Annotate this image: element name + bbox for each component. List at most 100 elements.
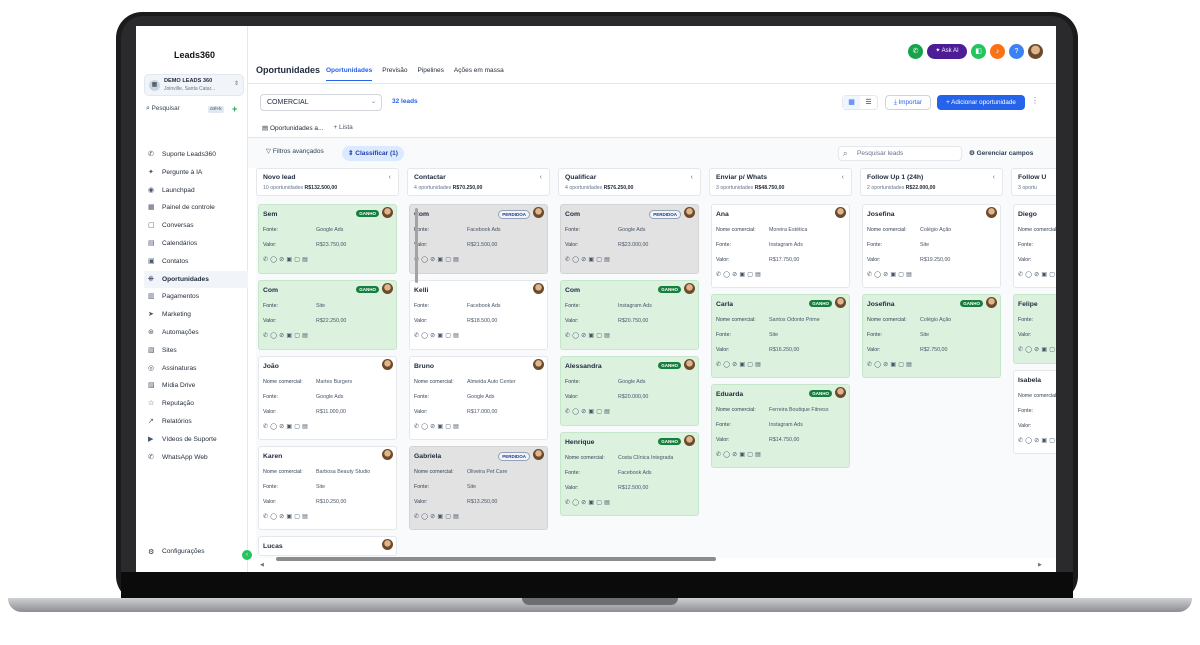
opportunity-card[interactable]: Josefina GANHO Nome comercial: Colégio Ação… bbox=[862, 294, 1001, 378]
megaphone-icon[interactable]: ◧ bbox=[971, 43, 986, 59]
user-avatar[interactable] bbox=[1028, 43, 1043, 59]
opportunity-card[interactable]: Kelli Fonte: Facebook Ads Valor: R$18.500,00… bbox=[409, 280, 548, 350]
card-actions[interactable]: ✆◯⊘▣▢▤ bbox=[263, 256, 310, 263]
sidebar-search[interactable]: ⌕ Pesquisar ctrl+k + bbox=[146, 104, 242, 117]
sidebar-item-pagamentos[interactable]: ▥ Pagamentos bbox=[144, 288, 248, 306]
avatar[interactable] bbox=[986, 207, 997, 218]
add-list-view-tab[interactable]: + Lista bbox=[333, 124, 352, 138]
card-actions[interactable]: ✆◯⊘▣▢▤ bbox=[716, 451, 763, 458]
card-actions[interactable]: ✆◯⊘▣▢▤ bbox=[414, 332, 461, 339]
sidebar-item-conversas[interactable]: ▢ Conversas bbox=[144, 217, 248, 235]
tab-oportunidades[interactable]: Oportunidades bbox=[326, 67, 373, 81]
sidebar-item-vídeos-de-suporte[interactable]: ▶ Vídeos de Suporte bbox=[144, 431, 248, 449]
avatar[interactable] bbox=[533, 359, 544, 370]
list-view-icon[interactable]: ☰ bbox=[860, 96, 877, 109]
tab-pipelines[interactable]: Pipelines bbox=[418, 67, 444, 81]
opportunity-card[interactable]: Diego Nome comercial: Fonte: Valor: ✆◯⊘▣▢▤ bbox=[1013, 204, 1056, 288]
card-actions[interactable]: ✆◯⊘▣▢▤ bbox=[414, 256, 461, 263]
sidebar-item-reputação[interactable]: ☆ Reputação bbox=[144, 395, 248, 413]
column-scrollbar[interactable] bbox=[415, 208, 418, 283]
collapse-sidebar-button[interactable]: ‹ bbox=[242, 550, 252, 560]
avatar[interactable] bbox=[835, 297, 846, 308]
workspace-switcher[interactable]: ▦ DEMO LEADS 360 Joinville, Santa Catar.… bbox=[144, 74, 244, 96]
opportunity-card[interactable]: João Nome comercial: Martes Burgers Fonte: G… bbox=[258, 356, 397, 440]
opportunity-card[interactable]: Ana Nome comercial: Moreira Estética Fonte:… bbox=[711, 204, 850, 288]
avatar[interactable] bbox=[684, 207, 695, 218]
sidebar-item-painel-de-controle[interactable]: ▦ Painel de controle bbox=[144, 199, 248, 217]
tab-previsao[interactable]: Previsão bbox=[382, 67, 407, 81]
more-options-icon[interactable]: ⋮ bbox=[1031, 96, 1039, 105]
sidebar-item-whatsapp-web[interactable]: ✆ WhatsApp Web bbox=[144, 449, 248, 467]
sidebar-item-suporte-leads360[interactable]: ✆ Suporte Leads360 bbox=[144, 146, 248, 164]
avatar[interactable] bbox=[382, 539, 393, 550]
settings-link[interactable]: ⚙ Configurações bbox=[148, 548, 205, 556]
collapse-column-icon[interactable]: ‹ bbox=[993, 174, 995, 181]
opportunity-card[interactable]: Alessandra GANHO Fonte: Google Ads Valor: R$2… bbox=[560, 356, 699, 426]
avatar[interactable] bbox=[382, 359, 393, 370]
collapse-column-icon[interactable]: ‹ bbox=[842, 174, 844, 181]
sidebar-item-calendários[interactable]: ▤ Calendários bbox=[144, 235, 248, 253]
phone-icon[interactable]: ✆ bbox=[908, 43, 923, 59]
lead-search-input[interactable]: ⌕ Pesquisar leads bbox=[838, 146, 962, 161]
avatar[interactable] bbox=[986, 297, 997, 308]
avatar[interactable] bbox=[533, 283, 544, 294]
bell-icon[interactable]: ♪ bbox=[990, 43, 1005, 59]
avatar[interactable] bbox=[382, 283, 393, 294]
card-actions[interactable]: ✆◯⊘▣▢▤ bbox=[1018, 271, 1056, 278]
card-actions[interactable]: ✆◯⊘▣▢▤ bbox=[716, 271, 763, 278]
opportunity-card[interactable]: Com GANHO Fonte: Site Valor: R$22.250,00 ✆◯⊘▣▢… bbox=[258, 280, 397, 350]
opportunity-card[interactable]: Josefina Nome comercial: Colégio Ação Fonte… bbox=[862, 204, 1001, 288]
avatar[interactable] bbox=[533, 449, 544, 460]
opportunity-card[interactable]: Carla GANHO Nome comercial: Santos Odonto P… bbox=[711, 294, 850, 378]
sidebar-item-launchpad[interactable]: ◉ Launchpad bbox=[144, 182, 248, 200]
collapse-column-icon[interactable]: ‹ bbox=[389, 174, 391, 181]
sidebar-item-marketing[interactable]: ➤ Marketing bbox=[144, 306, 248, 324]
avatar[interactable] bbox=[533, 207, 544, 218]
add-opportunity-button[interactable]: + Adicionar oportunidade bbox=[937, 95, 1025, 110]
help-icon[interactable]: ? bbox=[1009, 43, 1024, 59]
opportunity-card[interactable]: Bruno Nome comercial: Almeida Auto Center F… bbox=[409, 356, 548, 440]
opportunity-card[interactable]: Isabela Nome comercial: Fonte: Valor: ✆◯⊘▣▢▤ bbox=[1013, 370, 1056, 454]
card-actions[interactable]: ✆◯⊘▣▢▤ bbox=[414, 423, 461, 430]
ask-ai-button[interactable]: ✦ Ask AI bbox=[927, 43, 967, 59]
sidebar-item-contatos[interactable]: ▣ Contatos bbox=[144, 253, 248, 271]
card-actions[interactable]: ✆◯⊘▣▢▤ bbox=[565, 332, 612, 339]
advanced-filters-button[interactable]: ▽ Filtros avançados bbox=[266, 147, 324, 155]
card-actions[interactable]: ✆◯⊘▣▢▤ bbox=[1018, 437, 1056, 444]
pipeline-select[interactable]: COMERCIAL ⌄ bbox=[260, 94, 382, 111]
sidebar-item-oportunidades[interactable]: ⁜ Oportunidades bbox=[144, 270, 248, 289]
sidebar-item-pergunte-à-ia[interactable]: ✦ Pergunte à IA bbox=[144, 164, 248, 182]
opportunity-card[interactable]: Sem GANHO Fonte: Google Ads Valor: R$23.750,0… bbox=[258, 204, 397, 274]
collapse-column-icon[interactable]: ‹ bbox=[540, 174, 542, 181]
sort-button[interactable]: ⇕ Classificar (1) bbox=[342, 146, 404, 161]
sidebar-item-assinaturas[interactable]: ◎ Assinaturas bbox=[144, 360, 248, 378]
quick-add-button[interactable]: + bbox=[232, 104, 237, 114]
scroll-right-icon[interactable]: ▶ bbox=[1038, 562, 1042, 568]
card-actions[interactable]: ✆◯⊘▣▢▤ bbox=[565, 408, 612, 415]
card-actions[interactable]: ✆◯⊘▣▢▤ bbox=[867, 361, 914, 368]
scroll-left-icon[interactable]: ◀ bbox=[260, 562, 264, 568]
sidebar-item-relatórios[interactable]: ↗ Relatórios bbox=[144, 413, 248, 431]
card-actions[interactable]: ✆◯⊘▣▢▤ bbox=[565, 499, 612, 506]
grid-view-icon[interactable]: ▦ bbox=[843, 96, 860, 109]
opportunity-card[interactable]: Henrique GANHO Nome comercial: Costa Clínic… bbox=[560, 432, 699, 516]
card-actions[interactable]: ✆◯⊘▣▢▤ bbox=[263, 513, 310, 520]
manage-fields-button[interactable]: ⚙ Gerenciar campos bbox=[969, 149, 1033, 157]
avatar[interactable] bbox=[382, 207, 393, 218]
avatar[interactable] bbox=[684, 359, 695, 370]
card-actions[interactable]: ✆◯⊘▣▢▤ bbox=[263, 332, 310, 339]
app-logo[interactable]: Leads360 bbox=[174, 50, 215, 60]
card-actions[interactable]: ✆◯⊘▣▢▤ bbox=[414, 513, 461, 520]
card-actions[interactable]: ✆◯⊘▣▢▤ bbox=[263, 423, 310, 430]
avatar[interactable] bbox=[835, 387, 846, 398]
card-actions[interactable]: ✆◯⊘▣▢▤ bbox=[1018, 346, 1056, 353]
card-actions[interactable]: ✆◯⊘▣▢▤ bbox=[867, 271, 914, 278]
opportunity-card[interactable]: Lucas bbox=[258, 536, 397, 556]
tab-view-oportunidades[interactable]: ▤ Oportunidades a... bbox=[262, 124, 324, 138]
opportunity-card[interactable]: Karen Nome comercial: Barbosa Beauty Studi… bbox=[258, 446, 397, 530]
tab-acoes-em-massa[interactable]: Ações em massa bbox=[454, 67, 504, 81]
avatar[interactable] bbox=[382, 449, 393, 460]
import-button[interactable]: ⤓ Importar bbox=[885, 95, 931, 110]
collapse-column-icon[interactable]: ‹ bbox=[691, 174, 693, 181]
sidebar-item-mídia-drive[interactable]: ▨ Mídia Drive bbox=[144, 377, 248, 395]
